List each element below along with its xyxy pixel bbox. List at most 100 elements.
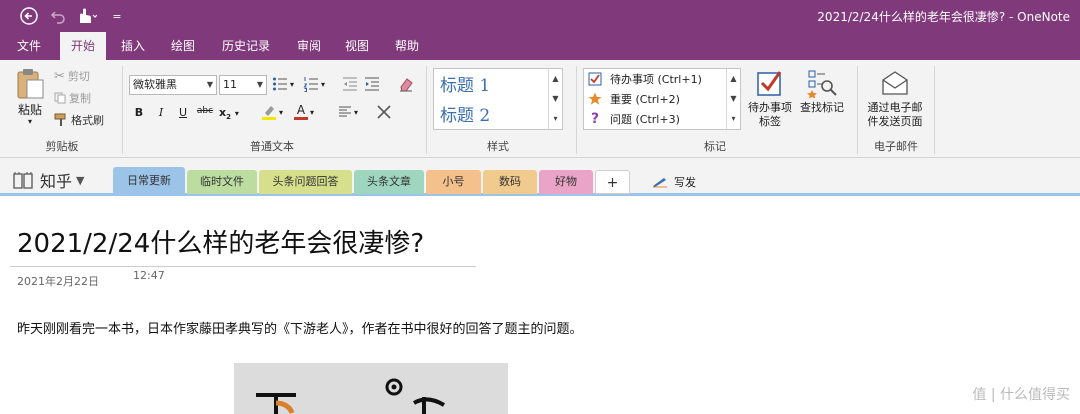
book-cover-image[interactable] [234, 363, 508, 414]
touch-mode-button[interactable] [72, 6, 100, 26]
copy-icon [54, 92, 66, 104]
tag-question[interactable]: ? 问题 (Ctrl+3) [588, 111, 680, 127]
subscript-digit: 2 [226, 113, 231, 122]
clear-formatting-button[interactable] [398, 76, 414, 95]
todo-tag-label-1: 待办事项 [748, 101, 792, 114]
ribbon-separator [122, 66, 123, 154]
font-color-button[interactable]: A ▾ [294, 104, 314, 120]
tab-draw[interactable]: 绘图 [162, 32, 204, 60]
page-title[interactable]: 2021/2/24什么样的老年会很凄惨? [17, 223, 424, 260]
email-group-label: 电子邮件 [874, 140, 918, 153]
tags-scroll-up-icon[interactable]: ▲ [727, 69, 740, 89]
tab-review[interactable]: 审阅 [288, 32, 330, 60]
styles-scroll: ▲ ▼ ▾ [548, 69, 562, 129]
ribbon-tab-bar: 文件 开始 插入 绘图 历史记录 审阅 视图 帮助 [0, 32, 1080, 60]
section-tab-toutiao-answers[interactable]: 头条问题回答 [259, 170, 352, 194]
increase-indent-icon [365, 77, 379, 91]
increase-indent-button[interactable] [364, 76, 380, 95]
style-heading1[interactable]: 标题 1 [440, 71, 490, 96]
tags-scroll-down-icon[interactable]: ▼ [727, 89, 740, 109]
section-tab-goods[interactable]: 好物 [539, 170, 593, 194]
font-size-combo[interactable]: 11 ▼ [219, 75, 267, 95]
cut-button[interactable]: ✂ 剪切 [54, 68, 90, 84]
write-status[interactable]: 写发 [652, 174, 696, 190]
tab-help[interactable]: 帮助 [386, 32, 428, 60]
paste-dropdown-icon[interactable]: ▾ [12, 117, 48, 127]
scissors-icon: ✂ [54, 68, 65, 84]
email-page-button[interactable]: 通过电子邮 件发送页面 [862, 68, 928, 129]
back-button[interactable] [18, 6, 40, 26]
undo-button[interactable] [48, 6, 68, 26]
styles-scroll-up-icon[interactable]: ▲ [549, 69, 562, 89]
bullets-button[interactable]: ▾ [272, 76, 294, 92]
envelope-icon [882, 71, 908, 95]
highlight-button[interactable]: ▾ [261, 104, 283, 120]
tab-view[interactable]: 视图 [336, 32, 378, 60]
section-tab-daily[interactable]: 日常更新 [113, 167, 185, 194]
watermark-text: 值 | 什么值得买 [972, 387, 1070, 403]
add-section-button[interactable]: + [595, 170, 630, 194]
ribbon-separator [426, 66, 427, 154]
tags-gallery: 待办事项 (Ctrl+1) 重要 (Ctrl+2) ? 问题 (Ctrl+3) … [583, 68, 741, 130]
section-tab-temp[interactable]: 临时文件 [187, 170, 257, 194]
site-watermark: 值 | 什么值得买 [972, 384, 1070, 404]
format-painter-button[interactable]: 格式刷 [54, 112, 104, 128]
alignment-dropdown-icon: ▾ [354, 107, 359, 117]
tab-home[interactable]: 开始 [60, 32, 106, 60]
tags-more-icon[interactable]: ▾ [727, 109, 740, 129]
numbering-dropdown-icon: ▾ [321, 79, 326, 89]
subscript-button[interactable]: x2 ▾ [219, 106, 239, 121]
paragraph-alignment-button[interactable]: ▾ [338, 106, 358, 118]
highlight-dropdown-icon: ▾ [279, 107, 284, 117]
bold-button[interactable]: B [131, 106, 147, 119]
delete-button[interactable] [376, 104, 392, 123]
section-tab-toutiao-articles[interactable]: 头条文章 [354, 170, 424, 194]
tag-todo-label: 待办事项 (Ctrl+1) [610, 73, 702, 86]
font-size-value: 11 [223, 78, 237, 91]
pen-icon [653, 178, 667, 188]
tab-insert[interactable]: 插入 [112, 32, 154, 60]
numbering-button[interactable]: ▾ [303, 76, 325, 92]
underline-button[interactable]: U [175, 106, 191, 119]
tab-history[interactable]: 历史记录 [214, 32, 278, 60]
tags-scroll: ▲ ▼ ▾ [726, 69, 740, 129]
undo-icon [50, 11, 65, 24]
strikethrough-button[interactable]: abc [195, 106, 215, 116]
font-name-dropdown-icon: ▼ [206, 80, 213, 89]
italic-button[interactable]: I [153, 106, 169, 119]
page-canvas[interactable]: 2021/2/24什么样的老年会很凄惨? 2021年2月22日 12:47 昨天… [0, 199, 1080, 414]
style-heading2[interactable]: 标题 2 [440, 101, 490, 126]
paste-button[interactable]: 粘贴 ▾ [12, 68, 48, 132]
ribbon-home: 粘贴 ▾ ✂ 剪切 复制 格式刷 剪贴板 微软雅黑 ▼ 11 ▼ ▾ ▾ B I… [0, 60, 1080, 158]
todo-tag-button[interactable]: 待办事项 标签 [744, 68, 796, 129]
ribbon-separator [576, 66, 577, 154]
notebook-name: 知乎 [40, 172, 73, 191]
tag-todo[interactable]: 待办事项 (Ctrl+1) [588, 71, 702, 87]
notebook-selector[interactable]: 知乎 ▼ [12, 168, 84, 192]
notebook-section-bar: 知乎 ▼ 日常更新 临时文件 头条问题回答 头条文章 小号 数码 好物 + 写发 [0, 158, 1080, 196]
body-paragraph[interactable]: 昨天刚刚看完一本书，日本作家藤田孝典写的《下游老人》，作者在书中很好的回答了题主… [17, 318, 583, 337]
tag-important[interactable]: 重要 (Ctrl+2) [588, 91, 680, 107]
section-tab-digital[interactable]: 数码 [483, 170, 537, 194]
decrease-indent-icon [343, 77, 357, 91]
styles-more-icon[interactable]: ▾ [549, 109, 562, 129]
write-status-label: 写发 [674, 176, 696, 189]
styles-scroll-down-icon[interactable]: ▼ [549, 89, 562, 109]
title-bar: = 2021/2/24什么样的老年会很凄惨? - OneNote [0, 0, 1080, 32]
tab-file[interactable]: 文件 [8, 32, 50, 60]
bullets-dropdown-icon: ▾ [290, 79, 295, 89]
title-divider [10, 266, 476, 267]
tag-question-label: 问题 (Ctrl+3) [610, 113, 680, 126]
section-tab-alt-account[interactable]: 小号 [426, 170, 481, 194]
format-painter-icon [54, 113, 66, 126]
book-cover-artwork [256, 378, 446, 414]
align-left-icon [339, 106, 351, 117]
font-name-combo[interactable]: 微软雅黑 ▼ [129, 75, 217, 95]
customize-toolbar-button[interactable]: = [110, 6, 124, 26]
copy-button[interactable]: 复制 [54, 90, 91, 106]
decrease-indent-button[interactable] [342, 76, 358, 95]
styles-gallery: 标题 1 标题 2 ▲ ▼ ▾ [433, 68, 563, 130]
subscript-dropdown-icon: ▾ [234, 109, 239, 118]
ribbon-separator [857, 66, 858, 154]
find-tags-button[interactable]: 查找标记 [796, 68, 848, 115]
